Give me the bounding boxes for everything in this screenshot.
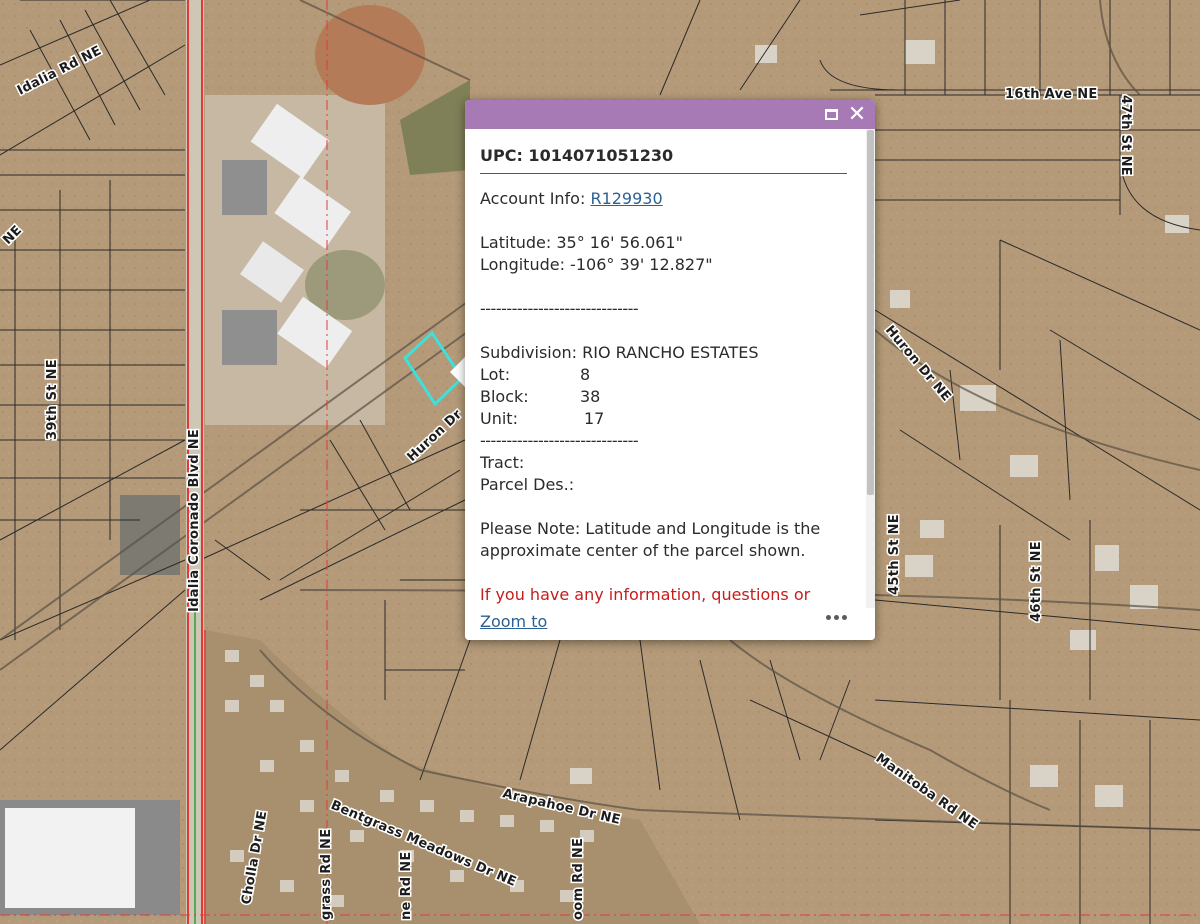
more-options-icon[interactable] <box>826 615 847 620</box>
account-label: Account Info: <box>480 189 591 208</box>
close-icon: ✕ <box>847 101 867 127</box>
bloom-rd-label: oom Rd NE <box>571 838 586 920</box>
39th-st-label: 39th St NE <box>45 359 60 440</box>
popup-content[interactable]: UPC: 1014071051230 Account Info: R129930… <box>465 129 865 609</box>
close-button[interactable]: ✕ <box>843 100 871 129</box>
separator-1: ------------------------------ <box>480 299 639 318</box>
popup-scrollbar[interactable] <box>866 129 875 608</box>
scrollbar-thumb[interactable] <box>867 130 874 495</box>
maximize-button[interactable] <box>817 100 845 129</box>
commercial-building <box>0 800 180 915</box>
account-info: Account Info: R129930 <box>480 188 847 210</box>
maximize-icon <box>824 109 838 120</box>
account-link[interactable]: R129930 <box>590 189 662 208</box>
46th-st-label: 46th St NE <box>1029 541 1044 622</box>
lot-value: 8 <box>580 365 591 384</box>
tract: Tract: <box>480 453 525 472</box>
block-value: 38 <box>580 387 601 406</box>
upc-title: UPC: 1014071051230 <box>480 145 847 174</box>
ne-rd-label: ne Rd NE <box>399 851 414 920</box>
47th-st-label: 47th St NE <box>1118 95 1133 176</box>
block-label: Block: <box>480 387 529 406</box>
subdivision: Subdivision: RIO RANCHO ESTATES <box>480 343 759 362</box>
longitude: Longitude: -106° 39' 12.827" <box>480 255 713 274</box>
unit-row: Unit: 17 <box>480 408 847 430</box>
45th-st-label: 45th St NE <box>887 514 902 595</box>
location-note: Please Note: Latitude and Longitude is t… <box>480 519 821 560</box>
zoom-to-link[interactable]: Zoom to <box>480 612 547 631</box>
grass-rd-label: grass Rd NE <box>319 829 334 920</box>
coronado-blvd-label: Idalia Coronado Blvd NE <box>187 429 202 612</box>
latitude: Latitude: 35° 16' 56.061" <box>480 233 683 252</box>
unit-value: 17 <box>584 409 605 428</box>
popup-pointer <box>450 356 466 388</box>
parcel-des: Parcel Des.: <box>480 475 575 494</box>
parcel-popup: ✕ UPC: 1014071051230 Account Info: R1299… <box>465 100 875 640</box>
lot-label: Lot: <box>480 365 511 384</box>
popup-footer: Zoom to <box>465 608 875 640</box>
contact-note: If you have any information, questions o… <box>480 585 815 609</box>
block-row: Block: 38 <box>480 386 847 408</box>
separator-2: ------------------------------ <box>480 431 639 450</box>
unit-label: Unit: <box>480 409 518 428</box>
parking-lot <box>120 495 180 575</box>
popup-header: ✕ <box>465 100 875 129</box>
lot-row: Lot: 8 <box>480 364 847 386</box>
16th-ave-label: 16th Ave NE <box>1005 87 1098 102</box>
